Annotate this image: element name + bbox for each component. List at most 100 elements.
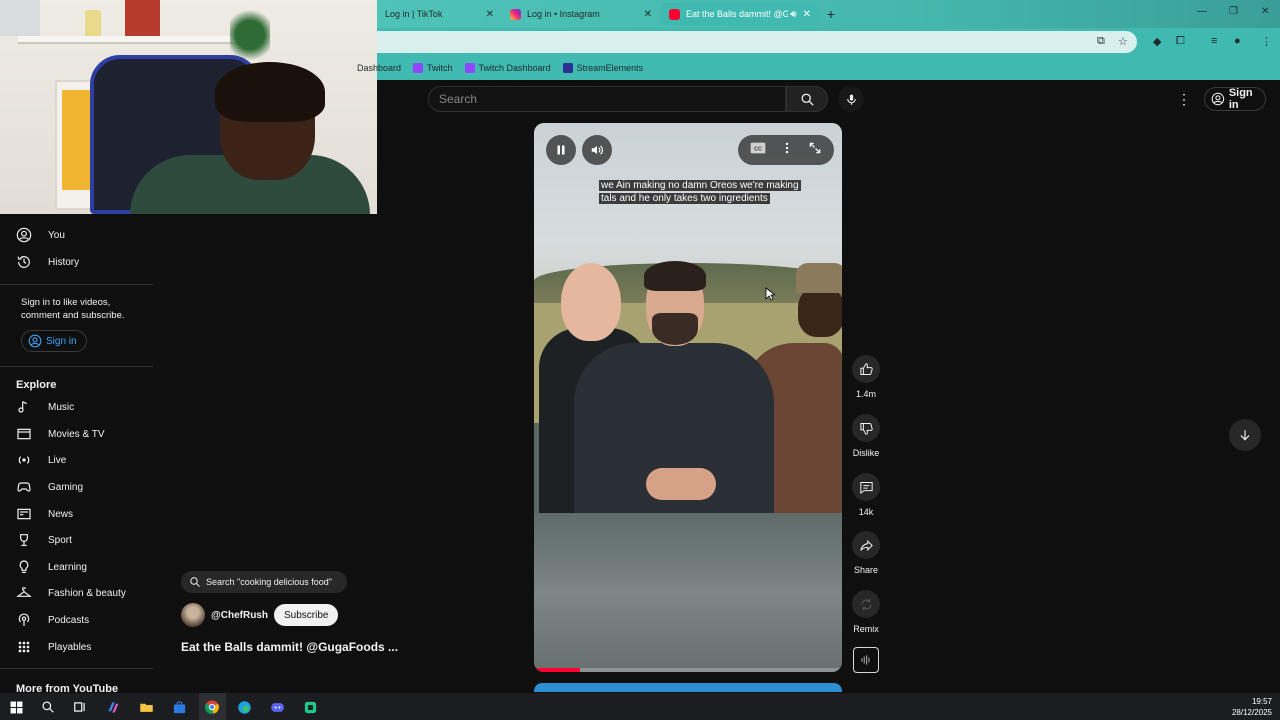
news-icon <box>17 508 31 520</box>
subscribe-button[interactable]: Subscribe <box>273 604 339 626</box>
avatar[interactable] <box>181 603 205 627</box>
voice-search-button[interactable] <box>838 86 864 112</box>
trophy-icon <box>20 534 28 546</box>
chrome-menu-icon[interactable]: ⋮ <box>1261 35 1272 48</box>
channel-name[interactable]: @ChefRush <box>211 610 268 621</box>
speaker-icon[interactable]: 🔊︎ <box>790 9 796 20</box>
search-button[interactable] <box>786 86 828 112</box>
sidebar-item-gaming[interactable]: Gaming <box>0 474 153 500</box>
sidebar-item-sport[interactable]: Sport <box>0 527 153 553</box>
sidebar-item-news[interactable]: News <box>0 501 153 527</box>
puzzle-icon[interactable]: ⧠ <box>1176 35 1185 48</box>
profile-icon[interactable]: ● <box>1234 35 1241 47</box>
taskbar-chrome[interactable] <box>202 697 222 717</box>
system-clock[interactable]: 19:57 28/12/2025 <box>1232 696 1272 718</box>
maximize-icon[interactable]: ❐ <box>1229 6 1238 17</box>
divider <box>0 284 153 285</box>
comments-button[interactable]: 14k <box>846 473 886 517</box>
sidebar-item-learning[interactable]: Learning <box>0 554 153 580</box>
captions-button[interactable]: CC <box>750 141 766 160</box>
bookmark-streamelements[interactable]: StreamElements <box>562 62 643 73</box>
search-input[interactable] <box>439 87 759 111</box>
sidebar-item-live[interactable]: Live <box>0 447 153 473</box>
new-tab-button[interactable]: + <box>822 5 840 23</box>
bookmark-dashboard[interactable]: Dashboard <box>357 63 401 73</box>
sound-button[interactable] <box>853 647 879 673</box>
sidebar-item-fashion[interactable]: Fashion & beauty <box>0 580 153 606</box>
taskbar-search-button[interactable] <box>38 697 58 717</box>
sidebar-item-podcasts[interactable]: Podcasts <box>0 607 153 633</box>
taskbar-discord[interactable] <box>267 697 287 717</box>
bookmark-twitch[interactable]: Twitch <box>413 62 453 73</box>
subscribe-label: Subscribe <box>283 609 329 621</box>
tab-tiktok[interactable]: Log in | TikTok ✕ <box>377 3 502 25</box>
movies-icon <box>17 428 31 440</box>
fullscreen-button[interactable] <box>808 141 822 160</box>
taskbar-file-explorer[interactable] <box>136 697 156 717</box>
sidebar-item-movies[interactable]: Movies & TV <box>0 421 153 447</box>
sidebar-item-you[interactable]: You <box>0 222 153 248</box>
dislike-label: Dislike <box>852 448 880 458</box>
sidebar-item-history[interactable]: History <box>0 249 153 275</box>
video-title[interactable]: Eat the Balls dammit! @GugaFoods ... <box>181 640 398 654</box>
close-icon[interactable]: ✕ <box>486 9 494 20</box>
mouse-cursor-icon <box>765 287 775 301</box>
account-icon <box>16 227 32 243</box>
account-icon <box>28 334 42 348</box>
remix-button[interactable]: Remix <box>846 590 886 634</box>
next-video-preview[interactable] <box>534 683 842 692</box>
minimize-icon[interactable]: — <box>1197 6 1207 17</box>
close-icon[interactable]: ✕ <box>803 9 811 20</box>
music-icon <box>18 401 27 413</box>
youtube-icon <box>669 8 680 20</box>
edge-icon <box>237 700 251 714</box>
taskbar <box>0 693 1280 720</box>
twitch-icon <box>413 62 424 73</box>
learning-icon <box>19 560 29 573</box>
search-icon <box>190 577 200 587</box>
thumbs-down-icon <box>859 422 873 435</box>
sidebar-item-label: Podcasts <box>48 614 90 626</box>
extension-icon[interactable]: ◆ <box>1153 35 1161 48</box>
like-button[interactable]: 1.4m <box>846 355 886 399</box>
sidebar-sign-in-button[interactable]: Sign in <box>21 330 87 352</box>
search-chip-label: Search "cooking delicious food" <box>206 577 332 587</box>
podcast-icon <box>18 613 30 626</box>
close-window-icon[interactable]: ✕ <box>1261 6 1269 17</box>
header-sign-in-button[interactable]: Sign in <box>1204 87 1266 111</box>
taskbar-edge[interactable] <box>234 697 254 717</box>
sidebar-item-playables[interactable]: Playables <box>0 634 153 660</box>
tab-instagram[interactable]: Log in • Instagram ✕ <box>502 3 660 25</box>
dislike-button[interactable]: Dislike <box>846 414 886 458</box>
next-short-button[interactable] <box>1229 419 1261 451</box>
svg-text:CC: CC <box>754 146 762 152</box>
video-progress-bar[interactable] <box>534 668 842 672</box>
task-view-button[interactable] <box>70 697 90 717</box>
install-icon[interactable]: ⧉ <box>1097 35 1105 48</box>
shorts-video-player[interactable]: we Ain making no damn Oreos we're making… <box>534 123 842 672</box>
sidebar-item-music[interactable]: Music <box>0 394 153 420</box>
settings-menu-button[interactable]: ⋮ <box>1176 90 1192 108</box>
bookmark-label: Dashboard <box>357 62 402 73</box>
close-icon[interactable]: ✕ <box>644 9 652 20</box>
bookmark-twitch-dashboard[interactable]: Twitch Dashboard <box>464 62 551 73</box>
like-count: 1.4m <box>855 389 876 399</box>
windows-icon <box>10 701 22 713</box>
more-options-button[interactable] <box>781 141 793 160</box>
sidebar: You History Sign in to like videos, comm… <box>0 222 153 695</box>
media-icon[interactable]: ≡ <box>1211 35 1217 47</box>
volume-button[interactable] <box>582 135 612 165</box>
taskbar-store[interactable] <box>169 697 189 717</box>
search-icon <box>42 701 54 713</box>
share-button[interactable]: Share <box>846 531 886 575</box>
start-button[interactable] <box>6 697 26 717</box>
divider <box>0 668 153 669</box>
taskbar-app[interactable] <box>300 697 320 717</box>
related-search-chip[interactable]: Search "cooking delicious food" <box>181 571 347 593</box>
address-bar[interactable] <box>377 31 1137 53</box>
tab-youtube[interactable]: Eat the Balls dammit! @Gu 🔊︎ ✕ <box>661 3 819 25</box>
sign-in-prompt: Sign in to like videos, comment and subs… <box>21 297 125 321</box>
taskbar-copilot[interactable] <box>103 697 123 717</box>
pause-button[interactable] <box>546 135 576 165</box>
bookmark-star-icon[interactable]: ☆ <box>1118 35 1128 48</box>
